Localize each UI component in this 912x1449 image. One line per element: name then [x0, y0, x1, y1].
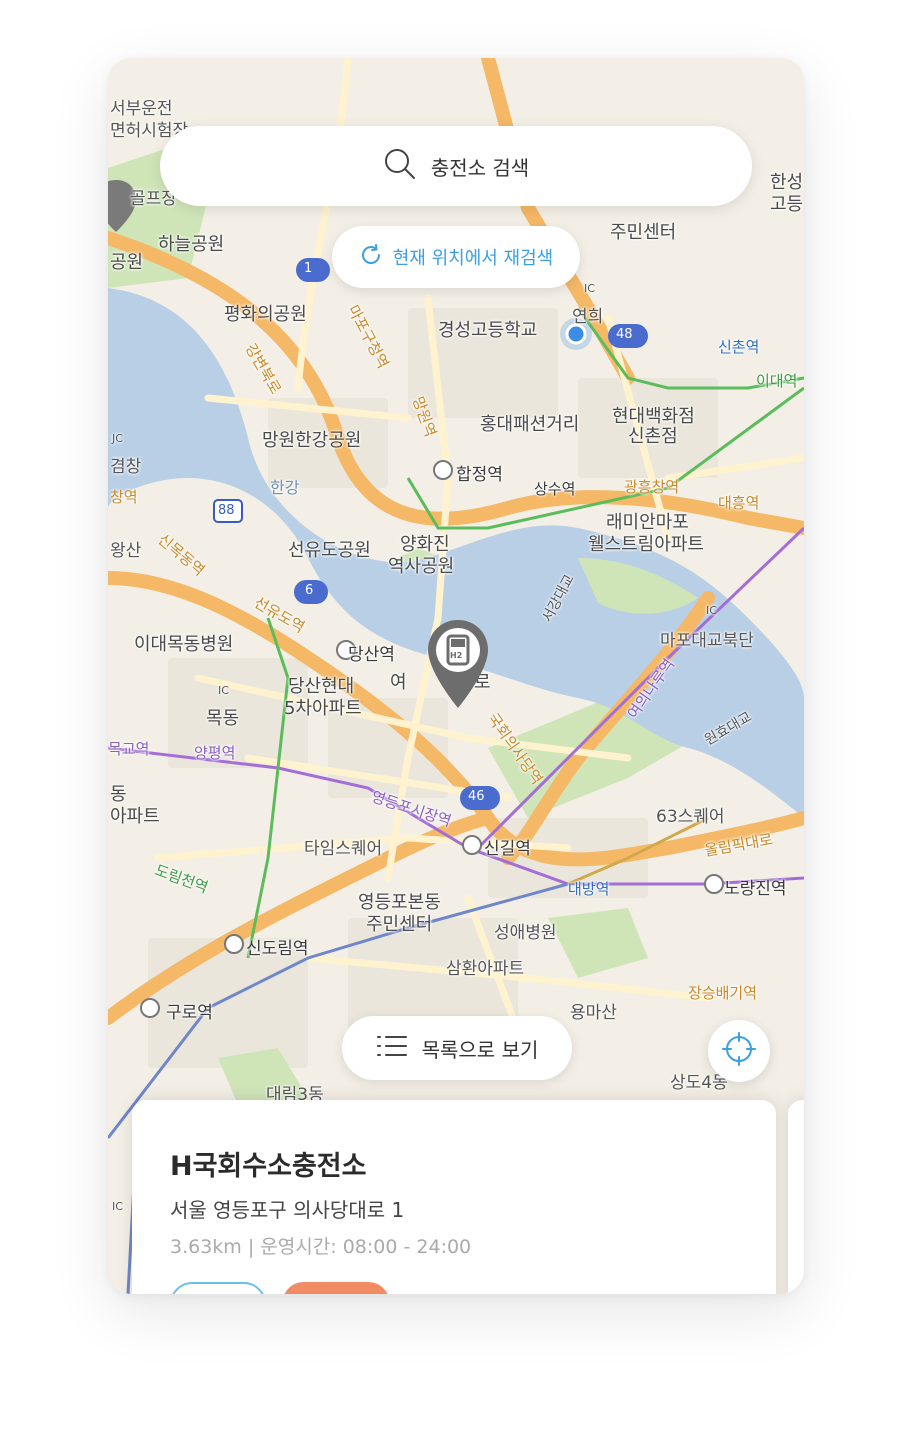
interchange-label: IC — [218, 684, 229, 697]
route-shield-label: 48 — [616, 327, 633, 342]
rescan-label: 현재 위치에서 재검색 — [392, 248, 554, 269]
map-label: 주민센터 — [366, 914, 433, 935]
interchange-label: IC — [112, 1200, 123, 1213]
route-shield-label: 88 — [218, 503, 235, 518]
interchange-label: IC — [706, 604, 717, 617]
map-label: 상수역 — [534, 480, 576, 498]
map-label: 목교역 — [108, 740, 150, 758]
map-label: 당산역 — [348, 645, 395, 665]
map-label: 신촌점 — [628, 426, 678, 447]
map-label: 마포대교북단 — [660, 631, 754, 651]
map-label: 대흥역 — [718, 494, 760, 512]
station-distance: 3.63km — [170, 1236, 242, 1258]
junction-label: JC — [112, 432, 123, 445]
map-label: 이대목동병원 — [134, 634, 234, 655]
station-hours: 08:00 - 24:00 — [342, 1236, 472, 1258]
map-label: 홍대패션거리 — [480, 414, 580, 435]
map-label: 창역 — [110, 488, 138, 506]
map-label: 하늘공원 — [158, 234, 225, 255]
pin-label: H2 — [450, 651, 463, 660]
search-bar[interactable]: 충전소 검색 — [160, 126, 752, 206]
search-placeholder: 충전소 검색 — [430, 155, 530, 180]
station-card[interactable]: H국회수소충전소 서울 영등포구 의사당대로 1 3.63km | 운영시간: … — [132, 1100, 776, 1294]
list-view-button[interactable]: 목록으로 보기 — [342, 1016, 572, 1080]
interchange-label: IC — [584, 282, 595, 295]
map-label: 5차아파트 — [284, 698, 362, 719]
refresh-icon — [359, 243, 383, 271]
map-label: 성애병원 — [494, 923, 557, 943]
map-label: 합정역 — [456, 465, 503, 485]
map-label: 63스퀘어 — [656, 807, 725, 827]
map-label: 장승배기역 — [688, 984, 758, 1002]
map-label: 연희 — [572, 307, 604, 327]
map-label: 공원 — [110, 252, 144, 273]
map-label: 평화의공원 — [224, 304, 307, 325]
station-address: 서울 영등포구 의사당대로 1 — [170, 1198, 405, 1222]
station-meta: 3.63km | 운영시간: 08:00 - 24:00 — [170, 1232, 471, 1259]
meta-separator: | — [247, 1236, 255, 1258]
map-label: 선유도공원 — [288, 540, 371, 561]
map-label: 광흥창역 — [624, 478, 680, 496]
my-location-button[interactable] — [708, 1020, 770, 1082]
route-shield-label: 1 — [304, 261, 313, 276]
map-label: 용마산 — [570, 1003, 617, 1023]
app-screen: 서부운전 면허시험장 골프장 하늘공원 공원 평화의공원 망원한강공원 한강 선… — [108, 58, 804, 1294]
map-label: 대방역 — [568, 880, 610, 898]
map-label: 아파트 — [110, 806, 160, 827]
crosshair-icon — [721, 1031, 757, 1071]
map-label: 겸창 — [110, 457, 142, 477]
map-label: 한강 — [270, 478, 300, 497]
map-label: 웰스트림아파트 — [588, 534, 704, 555]
route-shield-label: 46 — [468, 789, 485, 804]
rescan-button[interactable]: 현재 위치에서 재검색 — [332, 226, 580, 288]
map-label: 구로역 — [166, 1003, 213, 1023]
map-label: 목동 — [206, 708, 240, 729]
hours-label: 운영시간: — [260, 1236, 337, 1258]
map-label: 타임스퀘어 — [304, 839, 383, 859]
list-view-label: 목록으로 보기 — [421, 1037, 539, 1062]
map-label: 여 — [390, 672, 407, 693]
map-label: 경성고등학교 — [438, 320, 538, 341]
status-tag-filled — [282, 1282, 390, 1294]
hydrogen-pin-icon[interactable]: H2 — [426, 618, 490, 714]
map-label: 이대역 — [756, 372, 798, 390]
map-label: 왕산 — [110, 541, 142, 561]
search-icon — [383, 147, 417, 185]
map-label: 망원한강공원 — [262, 430, 362, 451]
map-label: 신길역 — [484, 839, 531, 859]
map-label: 삼환아파트 — [446, 959, 525, 979]
map-label: 신촌역 — [718, 338, 760, 356]
map-label: 신도림역 — [246, 939, 309, 959]
map-label: 양평역 — [194, 744, 236, 762]
route-shield-label: 6 — [305, 583, 314, 598]
map-label: 주민센터 — [610, 222, 677, 243]
station-name: H국회수소충전소 — [170, 1151, 367, 1182]
map-label: 고등 — [770, 194, 804, 215]
next-station-card[interactable] — [788, 1100, 804, 1294]
list-icon — [376, 1033, 408, 1063]
map-label: 노량진역 — [724, 879, 787, 899]
status-tag-outline — [170, 1282, 266, 1294]
map-label: 역사공원 — [388, 556, 455, 577]
